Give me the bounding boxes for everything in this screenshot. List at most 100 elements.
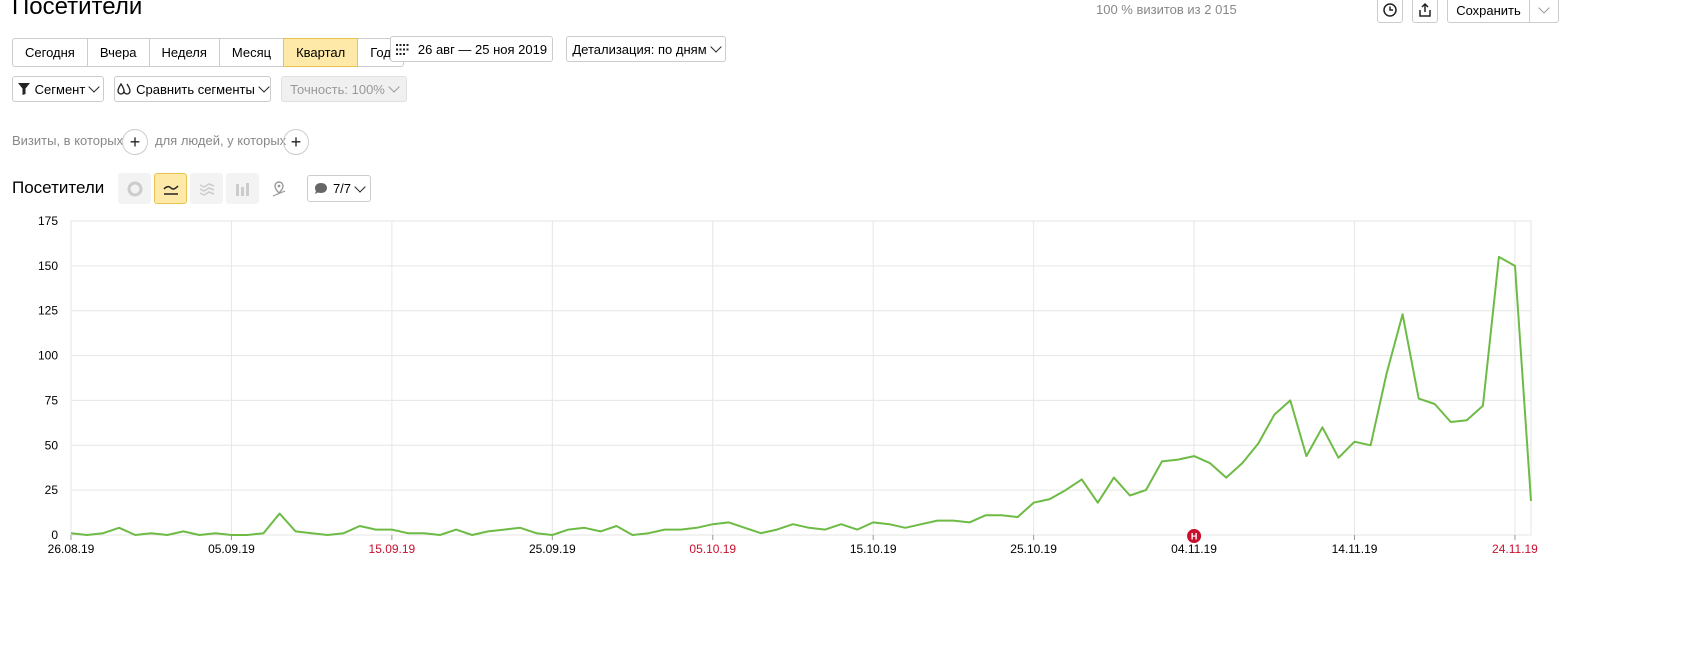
data-point[interactable] (244, 532, 250, 538)
data-point[interactable] (742, 525, 748, 531)
data-point[interactable] (533, 530, 539, 536)
data-point[interactable] (790, 521, 796, 527)
data-point[interactable] (613, 523, 619, 529)
data-point[interactable] (1448, 419, 1454, 425)
export-button[interactable] (1412, 0, 1438, 23)
data-point[interactable] (1015, 514, 1021, 520)
data-point[interactable] (196, 532, 202, 538)
data-point[interactable] (630, 532, 636, 538)
data-point[interactable] (1432, 401, 1438, 407)
data-point[interactable] (100, 530, 106, 536)
data-point[interactable] (1271, 412, 1277, 418)
data-point[interactable] (1191, 453, 1197, 459)
data-point[interactable] (148, 530, 154, 536)
data-point[interactable] (1496, 254, 1502, 260)
data-point[interactable] (950, 518, 956, 524)
series-line-visitors[interactable] (70, 255, 1532, 536)
segment-dropdown[interactable]: Сегмент (12, 76, 104, 102)
data-point[interactable] (1079, 476, 1085, 482)
map-view-button[interactable] (262, 173, 295, 204)
data-point[interactable] (710, 521, 716, 527)
data-point[interactable] (261, 530, 267, 536)
data-point[interactable] (983, 512, 989, 518)
data-point[interactable] (1031, 500, 1037, 506)
period-button-4[interactable]: Квартал (283, 38, 359, 67)
data-point[interactable] (646, 530, 652, 536)
data-point[interactable] (870, 519, 876, 525)
data-point[interactable] (309, 530, 315, 536)
data-point[interactable] (565, 527, 571, 533)
data-point[interactable] (934, 518, 940, 524)
data-point[interactable] (1239, 460, 1245, 466)
data-point[interactable] (918, 521, 924, 527)
data-point[interactable] (501, 527, 507, 533)
data-point[interactable] (485, 528, 491, 534)
data-point[interactable] (341, 530, 347, 536)
data-point[interactable] (1512, 263, 1518, 269)
data-point[interactable] (1095, 500, 1101, 506)
data-point[interactable] (662, 527, 668, 533)
data-point[interactable] (517, 525, 523, 531)
bar-view-button[interactable] (226, 173, 259, 204)
data-point[interactable] (132, 532, 138, 538)
pie-view-button[interactable] (118, 173, 151, 204)
period-button-2[interactable]: Неделя (148, 38, 220, 67)
data-point[interactable] (325, 532, 331, 538)
data-point[interactable] (1207, 460, 1213, 466)
data-point[interactable] (1480, 403, 1486, 409)
data-point[interactable] (373, 527, 379, 533)
data-point[interactable] (806, 525, 812, 531)
accuracy-dropdown[interactable]: Точность: 100% (281, 76, 407, 102)
data-point[interactable] (581, 525, 587, 531)
data-point[interactable] (1528, 498, 1534, 504)
data-point[interactable] (212, 530, 218, 536)
data-point[interactable] (1287, 397, 1293, 403)
data-point[interactable] (854, 527, 860, 533)
data-point[interactable] (1159, 458, 1165, 464)
data-point[interactable] (1127, 493, 1133, 499)
data-point[interactable] (405, 530, 411, 536)
data-point[interactable] (421, 530, 427, 536)
save-options-button[interactable] (1529, 0, 1559, 23)
data-point[interactable] (678, 527, 684, 533)
period-button-3[interactable]: Месяц (218, 38, 285, 67)
data-point[interactable] (1255, 440, 1261, 446)
add-people-condition-button[interactable]: + (283, 129, 309, 155)
line-view-button[interactable] (154, 173, 187, 204)
data-point[interactable] (164, 532, 170, 538)
data-point[interactable] (726, 519, 732, 525)
data-point[interactable] (1303, 453, 1309, 459)
history-button[interactable] (1377, 0, 1403, 23)
data-point[interactable] (1384, 371, 1390, 377)
data-point[interactable] (469, 532, 475, 538)
period-button-0[interactable]: Сегодня (12, 38, 88, 67)
data-point[interactable] (966, 519, 972, 525)
data-point[interactable] (1416, 396, 1422, 402)
date-range-button[interactable]: 26 авг — 25 ноя 2019 (390, 36, 553, 62)
data-point[interactable] (597, 528, 603, 534)
data-point[interactable] (549, 532, 555, 538)
data-point[interactable] (1047, 496, 1053, 502)
data-point[interactable] (389, 527, 395, 533)
data-point[interactable] (1368, 442, 1374, 448)
add-visit-condition-button[interactable]: + (122, 129, 148, 155)
data-point[interactable] (838, 521, 844, 527)
data-point[interactable] (1319, 424, 1325, 430)
data-point[interactable] (758, 530, 764, 536)
data-point[interactable] (437, 532, 443, 538)
data-point[interactable] (822, 527, 828, 533)
data-point[interactable] (1223, 475, 1229, 481)
annotations-dropdown[interactable]: 7/7 (307, 175, 371, 202)
data-point[interactable] (277, 510, 283, 516)
data-point[interactable] (453, 527, 459, 533)
data-point[interactable] (84, 532, 90, 538)
data-point[interactable] (1352, 439, 1358, 445)
data-point[interactable] (293, 528, 299, 534)
save-button[interactable]: Сохранить (1447, 0, 1530, 23)
detail-dropdown[interactable]: Детализация: по дням (566, 36, 726, 62)
data-point[interactable] (774, 527, 780, 533)
data-point[interactable] (1143, 487, 1149, 493)
data-point[interactable] (886, 521, 892, 527)
stacked-area-view-button[interactable] (190, 173, 223, 204)
compare-segments-dropdown[interactable]: Сравнить сегменты (114, 76, 271, 102)
